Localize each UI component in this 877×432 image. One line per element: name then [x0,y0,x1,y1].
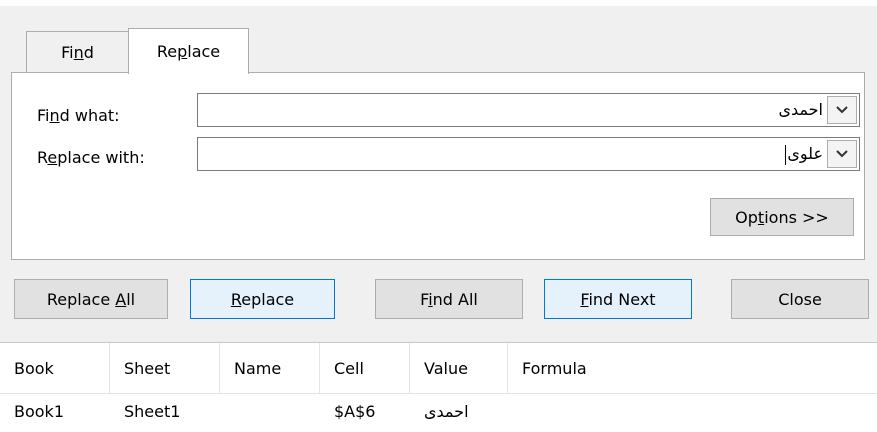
replace-button-label: Replace [230,289,295,309]
dialog-top-edge [0,0,877,6]
replace-with-label: Replace with: [37,148,145,167]
replace-all-button-label: Replace All [46,289,136,309]
column-header-book[interactable]: Book [0,343,110,394]
column-header-cell[interactable]: Cell [320,343,410,394]
options-button[interactable]: Options >> [710,198,854,236]
find-next-button-label: Find Next [580,289,656,309]
find-next-button[interactable]: Find Next [544,279,692,319]
cell-value: احمدی [424,402,469,421]
tab-replace[interactable]: Replace [128,28,249,74]
find-what-dropdown-button[interactable] [827,96,857,124]
cell-address: $A$6 [334,402,376,421]
chevron-down-icon [836,150,848,158]
column-header-name[interactable]: Name [220,343,320,394]
find-all-button-label: Find All [420,289,478,309]
replace-button[interactable]: Replace [190,279,335,319]
options-button-label: Options >> [735,207,829,227]
find-all-button[interactable]: Find All [375,279,523,319]
cell-sheet: Sheet1 [124,402,181,421]
tab-find-label: Find [61,43,94,62]
tab-find[interactable]: Find [26,31,129,73]
results-table: Book Sheet Name Cell Value Formula Book1… [0,342,877,432]
close-button[interactable]: Close [731,279,869,319]
column-header-formula[interactable]: Formula [508,343,877,394]
column-header-value[interactable]: Value [410,343,508,394]
replace-all-button[interactable]: Replace All [14,279,168,319]
cell-formula [508,394,877,430]
replace-panel: Find what: احمدی Replace with: علوی Opti… [11,72,865,260]
find-what-label: Find what: [37,106,120,125]
chevron-down-icon [836,106,848,114]
replace-with-input[interactable]: علوی [785,138,823,170]
close-button-label: Close [778,289,822,309]
replace-with-dropdown-button[interactable] [827,140,857,168]
cell-name [220,394,320,430]
column-header-sheet[interactable]: Sheet [110,343,220,394]
find-what-input[interactable]: احمدی [778,94,823,126]
cell-book: Book1 [14,402,64,421]
replace-with-combobox[interactable]: علوی [197,137,860,171]
find-what-combobox[interactable]: احمدی [197,93,860,127]
tab-replace-label: Replace [156,42,221,61]
